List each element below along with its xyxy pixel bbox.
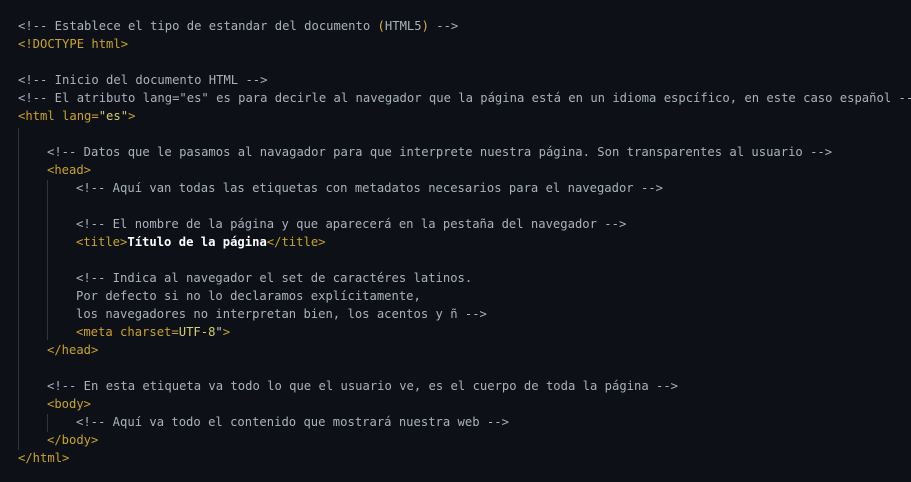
code-line-9: <head> xyxy=(47,161,91,179)
lang-value: "es" xyxy=(98,109,129,123)
charset-value: UTF-8 xyxy=(178,325,216,339)
comment-title: <!-- El nombre de la página y que aparec… xyxy=(76,217,627,231)
head-close-tag: </head> xyxy=(47,343,99,357)
comment-body: <!-- En esta etiqueta va todo lo que el … xyxy=(47,379,679,393)
indent-guide-body xyxy=(47,414,48,432)
code-line-23: <!-- Aquí va todo el contenido que mostr… xyxy=(76,413,509,431)
code-line-8: <!-- Datos que le pasamos al navagador p… xyxy=(47,143,832,161)
indent-guide-html xyxy=(18,128,19,450)
code-line-22: <body> xyxy=(47,395,91,413)
paren-open: ( xyxy=(377,19,385,33)
code-editor[interactable]: <!-- Establece el tipo de estandar del d… xyxy=(0,0,911,482)
meta-close: > xyxy=(222,325,231,339)
meta-open-tag: <meta charset= xyxy=(76,325,179,339)
head-open-tag: <head> xyxy=(47,163,92,177)
comment-lang: <!-- El atributo lang="es" es para decir… xyxy=(18,91,911,105)
comment-charset-2: Por defecto si no lo declaramos explícit… xyxy=(76,289,421,303)
html-open-close: > xyxy=(128,109,136,123)
code-line-6: <html lang="es"> xyxy=(18,107,135,125)
code-line-5: <!-- El atributo lang="es" es para decir… xyxy=(18,89,911,107)
title-close-tag: </title> xyxy=(266,235,326,249)
code-line-15: <!-- Indica al navegador el set de carac… xyxy=(76,269,472,287)
code-line-10: <!-- Aquí van todas las etiquetas con me… xyxy=(76,179,663,197)
charset-quote: " xyxy=(215,325,223,339)
html-close-tag: </html> xyxy=(18,451,70,465)
code-line-17: los navegadores no interpretan bien, los… xyxy=(76,305,487,323)
comment-head: <!-- Datos que le pasamos al navagador p… xyxy=(47,145,833,159)
body-close-tag: </body> xyxy=(47,433,99,447)
code-line-2: <!DOCTYPE html> xyxy=(18,35,128,53)
body-open-tag: <body> xyxy=(47,397,92,411)
code-line-13: <title>Título de la página</title> xyxy=(76,233,326,251)
code-line-19: </head> xyxy=(47,341,98,359)
paren-close: ) xyxy=(421,19,429,33)
comment-start-doc: <!-- Inicio del documento HTML --> xyxy=(18,73,268,87)
comment-charset-1: <!-- Indica al navegador el set de carac… xyxy=(76,271,473,285)
code-line-1: <!-- Establece el tipo de estandar del d… xyxy=(18,17,458,35)
comment-charset-3: los navegadores no interpretan bien, los… xyxy=(76,307,487,321)
indent-guide-head xyxy=(47,180,48,340)
doctype-tag: <!DOCTYPE html> xyxy=(18,37,129,51)
comment-doctype: <!-- Establece el tipo de estandar del d… xyxy=(18,19,378,33)
code-line-24: </body> xyxy=(47,431,98,449)
code-line-25: </html> xyxy=(18,449,69,467)
code-line-4: <!-- Inicio del documento HTML --> xyxy=(18,71,267,89)
comment-end: --> xyxy=(428,19,459,33)
title-text: Título de la página xyxy=(127,235,267,249)
code-line-18: <meta charset=UTF-8"> xyxy=(76,323,230,341)
code-line-16: Por defecto si no lo declaramos explícit… xyxy=(76,287,421,305)
html-open-tag: <html lang= xyxy=(18,109,99,123)
comment-content: <!-- Aquí va todo el contenido que mostr… xyxy=(76,415,509,429)
code-line-21: <!-- En esta etiqueta va todo lo que el … xyxy=(47,377,678,395)
comment-metadata: <!-- Aquí van todas las etiquetas con me… xyxy=(76,181,663,195)
code-line-12: <!-- El nombre de la página y que aparec… xyxy=(76,215,626,233)
title-open-tag: <title> xyxy=(76,235,128,249)
html5-text: HTML5 xyxy=(384,19,422,33)
